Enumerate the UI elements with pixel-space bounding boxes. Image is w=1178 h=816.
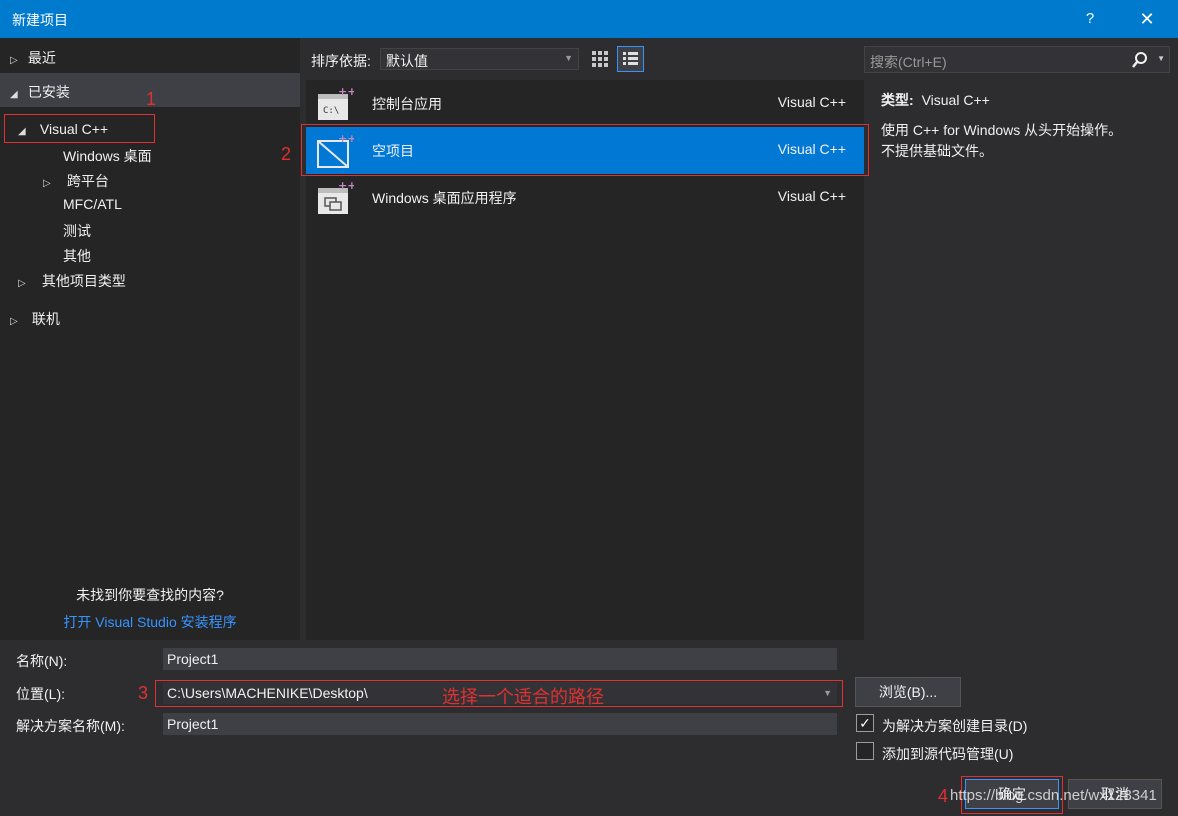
solution-name-label: 解决方案名称(M): (16, 718, 125, 734)
chevron-down-icon: ▼ (564, 53, 573, 63)
sort-value: 默认值 (386, 53, 428, 69)
template-type: 类型: Visual C++ (881, 90, 990, 110)
location-label: 位置(L): (16, 686, 65, 702)
svg-text:++: ++ (338, 180, 354, 192)
annotation-number-4: 4 (938, 786, 949, 806)
create-directory-checkbox[interactable]: ✓ (856, 714, 874, 732)
expand-arrow-icon: ▷ (18, 278, 26, 289)
solution-name-field[interactable]: Project1 (163, 713, 837, 735)
tree-item-mfc-atl[interactable]: MFC/ATL (63, 196, 122, 212)
not-found-text: 未找到你要查找的内容? (76, 587, 224, 603)
windows-desktop-app-icon: ++ (318, 180, 354, 214)
search-input[interactable]: 搜索(Ctrl+E) ▼ (864, 46, 1170, 73)
type-value: Visual C++ (921, 92, 990, 108)
help-button[interactable]: ? (1076, 6, 1104, 32)
type-label: 类型: (881, 92, 914, 108)
watermark-text: https://blog.csdn.net/wx128341 (950, 787, 1157, 804)
small-icons-view-button[interactable] (589, 48, 611, 70)
tree-item-cross-platform[interactable]: ▷ 跨平台 (43, 171, 109, 191)
tree-item-online[interactable]: ▷ 联机 (10, 309, 60, 329)
expand-arrow-icon: ▷ (10, 316, 18, 327)
tree-item-other-project-types[interactable]: ▷ 其他项目类型 (18, 271, 126, 291)
title-bar (0, 0, 1178, 38)
collapse-arrow-icon: ◢ (10, 89, 18, 100)
annotation-box-1 (4, 114, 155, 143)
tree-item-windows-desktop[interactable]: Windows 桌面 (63, 146, 152, 166)
open-installer-link[interactable]: 打开 Visual Studio 安装程序 (0, 612, 300, 632)
search-icon[interactable] (1131, 51, 1149, 69)
window-title: 新建项目 (12, 12, 68, 28)
tree-item-installed[interactable]: ◢ 已安装 (10, 82, 70, 102)
grid-view-icon (592, 51, 608, 67)
tree-item-recent[interactable]: ▷ 最近 (10, 48, 56, 68)
console-app-icon: C:\ ++ (318, 86, 354, 120)
create-directory-label: 为解决方案创建目录(D) (882, 718, 1028, 734)
svg-text:C:\: C:\ (323, 106, 339, 116)
add-source-control-checkbox[interactable] (856, 742, 874, 760)
template-description-line1: 使用 C++ for Windows 从头开始操作。 (881, 122, 1123, 138)
annotation-hint: 选择一个适合的路径 (442, 687, 604, 707)
search-options-chevron-icon[interactable]: ▼ (1157, 54, 1165, 63)
add-source-control-label: 添加到源代码管理(U) (882, 746, 1014, 762)
annotation-number-3: 3 (138, 683, 149, 703)
browse-button[interactable]: 浏览(B)... (855, 677, 961, 707)
template-language: Visual C++ (777, 188, 846, 204)
template-item-windows-desktop-app[interactable]: ++ Windows 桌面应用程序 Visual C++ (306, 174, 864, 221)
template-language: Visual C++ (777, 94, 846, 110)
name-field[interactable]: Project1 (163, 648, 837, 670)
expand-arrow-icon: ▷ (10, 55, 18, 66)
template-name: Windows 桌面应用程序 (372, 190, 517, 206)
template-item-console-app[interactable]: C:\ ++ 控制台应用 Visual C++ (306, 80, 864, 127)
name-label: 名称(N): (16, 653, 68, 669)
close-button[interactable]: ✕ (1132, 6, 1162, 32)
sort-dropdown[interactable]: 默认值 ▼ (380, 48, 579, 70)
annotation-number-2: 2 (281, 144, 292, 164)
sort-label: 排序依据: (311, 53, 371, 69)
tree-item-other[interactable]: 其他 (63, 246, 91, 266)
list-view-icon (623, 52, 638, 65)
search-placeholder: 搜索(Ctrl+E) (870, 54, 947, 70)
annotation-box-2 (301, 124, 869, 176)
template-name: 控制台应用 (372, 96, 442, 112)
annotation-number-1: 1 (146, 89, 157, 109)
template-description-line2: 不提供基础文件。 (881, 143, 993, 159)
list-view-button[interactable] (617, 46, 644, 72)
tree-item-test[interactable]: 测试 (63, 221, 91, 241)
expand-arrow-icon: ▷ (43, 178, 51, 189)
svg-text:++: ++ (338, 86, 354, 98)
